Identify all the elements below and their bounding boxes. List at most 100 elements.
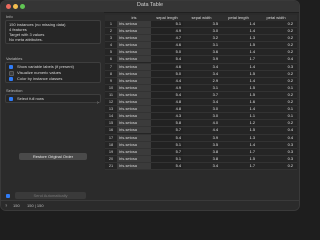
table-row[interactable]: 20 Iris-setosa 5.1 3.8 1.5 0.3 xyxy=(105,155,297,163)
table-row[interactable]: 11 Iris-setosa 5.4 3.7 1.5 0.2 xyxy=(105,91,297,100)
cell-petal-width: 0.2 xyxy=(287,49,293,55)
cell-sepal-length: 4.8 xyxy=(151,106,183,113)
cell-sepal-width: 3.4 xyxy=(212,63,218,69)
cell-petal-width: 0.1 xyxy=(287,84,293,90)
table-row[interactable]: 3 Iris-setosa 4.7 3.2 1.3 0.2 xyxy=(105,35,297,43)
cell-iris: Iris-setosa xyxy=(117,120,151,127)
cell-petal-width: 0.4 xyxy=(287,127,293,133)
row-index: 20 xyxy=(108,155,114,161)
cell-petal-width: 0.3 xyxy=(287,155,293,161)
cell-petal-width: 0.2 xyxy=(287,162,293,168)
table-row[interactable]: 18 Iris-setosa 5.1 3.5 1.4 0.3 xyxy=(105,141,297,149)
table-row[interactable]: 6 Iris-setosa 5.4 3.9 1.7 0.4 xyxy=(105,56,297,64)
table-row[interactable]: 21 Iris-setosa 5.4 3.4 1.7 0.2 xyxy=(105,162,297,170)
cell-petal-width: 0.3 xyxy=(287,148,293,154)
select-full-rows-checkbox[interactable]: Select full rows xyxy=(6,96,100,102)
cell-iris: Iris-setosa xyxy=(117,162,151,169)
cell-sepal-length: 5.4 xyxy=(151,56,183,63)
table-row[interactable]: 5 Iris-setosa 5.0 3.6 1.4 0.2 xyxy=(105,49,297,57)
cell-petal-width: 0.2 xyxy=(287,99,293,105)
table-row[interactable]: 13 Iris-setosa 4.8 3.0 1.4 0.1 xyxy=(105,106,297,114)
cell-petal-length: 1.6 xyxy=(249,99,255,105)
cell-petal-length: 1.5 xyxy=(249,70,255,76)
cell-iris: Iris-setosa xyxy=(117,148,151,155)
table-row[interactable]: 8 Iris-setosa 5.0 3.4 1.5 0.2 xyxy=(105,70,297,78)
cell-iris: Iris-setosa xyxy=(117,134,151,141)
cell-sepal-length: 4.8 xyxy=(151,99,183,106)
cell-sepal-length: 4.6 xyxy=(151,63,183,70)
row-index: 7 xyxy=(109,63,113,69)
cell-sepal-length: 4.6 xyxy=(151,42,183,49)
cell-petal-width: 0.2 xyxy=(287,21,293,26)
cell-sepal-length: 5.7 xyxy=(151,148,183,155)
cell-sepal-length: 5.0 xyxy=(151,49,183,56)
cell-petal-width: 0.2 xyxy=(287,70,293,76)
cell-iris: Iris-setosa xyxy=(117,99,151,106)
table-row[interactable]: 17 Iris-setosa 5.4 3.9 1.3 0.4 xyxy=(105,134,297,142)
cell-petal-width: 0.1 xyxy=(287,106,293,112)
table-row[interactable]: 19 Iris-setosa 5.7 3.8 1.7 0.3 xyxy=(105,148,297,156)
selection-section-label: Selection xyxy=(6,88,23,93)
cell-iris: Iris-setosa xyxy=(117,21,151,27)
window-title: Data Table xyxy=(136,2,164,8)
cell-petal-width: 0.2 xyxy=(287,42,293,48)
cell-petal-length: 1.7 xyxy=(249,162,255,168)
row-index: 13 xyxy=(108,106,114,112)
cell-petal-length: 1.4 xyxy=(249,106,255,112)
color-by-instance-classes-checkbox[interactable]: Color by instance classes xyxy=(6,76,100,82)
collapse-panel-arrow-icon[interactable]: › xyxy=(97,100,99,106)
table-row[interactable]: 12 Iris-setosa 4.8 3.4 1.6 0.2 xyxy=(105,99,297,107)
cell-sepal-length: 5.1 xyxy=(151,155,183,162)
checkbox-label: Select full rows xyxy=(17,96,44,101)
cell-iris: Iris-setosa xyxy=(117,84,151,91)
send-automatically-button[interactable]: Send Automatically xyxy=(15,192,86,199)
cell-petal-length: 1.5 xyxy=(249,84,255,90)
cell-sepal-width: 3.9 xyxy=(212,56,218,62)
cell-iris: Iris-setosa xyxy=(117,56,151,63)
checkbox-label: Color by instance classes xyxy=(17,76,63,81)
checkbox-label: Show variable labels (if present) xyxy=(17,64,74,69)
table-row[interactable]: 15 Iris-setosa 5.8 4.0 1.2 0.2 xyxy=(105,120,297,128)
variables-box: Show variable labels (if present) Visual… xyxy=(5,62,101,83)
output-count: 150 | 150 xyxy=(27,203,44,208)
cell-petal-width: 0.2 xyxy=(287,28,293,34)
checkbox-checked-icon xyxy=(9,77,13,81)
table-row[interactable]: 14 Iris-setosa 4.3 3.0 1.1 0.1 xyxy=(105,113,297,121)
cell-petal-length: 1.1 xyxy=(249,113,255,119)
cell-iris: Iris-setosa xyxy=(117,141,151,148)
input-count: 150 xyxy=(13,203,20,208)
row-index: 3 xyxy=(109,35,113,41)
cell-sepal-length: 4.4 xyxy=(151,77,183,84)
table-row[interactable]: 7 Iris-setosa 4.6 3.4 1.4 0.3 xyxy=(105,63,297,71)
cell-petal-width: 0.4 xyxy=(287,134,293,140)
cell-petal-width: 0.2 xyxy=(287,35,293,41)
table-row[interactable]: 16 Iris-setosa 5.7 4.4 1.5 0.4 xyxy=(105,127,297,135)
cell-iris: Iris-setosa xyxy=(117,42,151,49)
info-section-label: Info xyxy=(6,14,13,19)
cell-petal-length: 1.3 xyxy=(249,134,255,140)
send-automatically-checkbox[interactable] xyxy=(6,194,10,198)
cell-sepal-width: 3.0 xyxy=(212,28,218,34)
cell-iris: Iris-setosa xyxy=(117,49,151,56)
cell-petal-length: 1.4 xyxy=(249,63,255,69)
cell-sepal-width: 4.0 xyxy=(212,120,218,126)
row-index: 21 xyxy=(108,162,114,168)
cell-sepal-width: 3.6 xyxy=(212,49,218,55)
cell-sepal-width: 3.4 xyxy=(212,162,218,168)
cell-sepal-length: 5.8 xyxy=(151,120,183,127)
cell-sepal-length: 4.9 xyxy=(151,84,183,91)
checkbox-checked-icon xyxy=(9,65,13,69)
checkbox-label: Visualize numeric values xyxy=(17,70,61,75)
cell-petal-width: 0.3 xyxy=(287,63,293,69)
table-row[interactable]: 9 Iris-setosa 4.4 2.9 1.4 0.2 xyxy=(105,77,297,85)
table-row[interactable]: 1 Iris-setosa 5.1 3.5 1.4 0.2 xyxy=(105,21,297,29)
row-index: 14 xyxy=(108,113,114,119)
table-row[interactable]: 10 Iris-setosa 4.9 3.1 1.5 0.1 xyxy=(105,84,297,92)
cell-sepal-width: 3.9 xyxy=(212,134,218,140)
cell-sepal-length: 5.1 xyxy=(151,21,183,27)
help-icon[interactable]: ? xyxy=(5,202,7,209)
data-table: 1 Iris-setosa 5.1 3.5 1.4 0.2 2 Iris-setosa 4.9 3… xyxy=(105,21,297,170)
table-row[interactable]: 2 Iris-setosa 4.9 3.0 1.4 0.2 xyxy=(105,28,297,36)
table-row[interactable]: 4 Iris-setosa 4.6 3.1 1.5 0.2 xyxy=(105,42,297,50)
restore-original-order-button[interactable]: Restore Original Order xyxy=(19,153,87,160)
